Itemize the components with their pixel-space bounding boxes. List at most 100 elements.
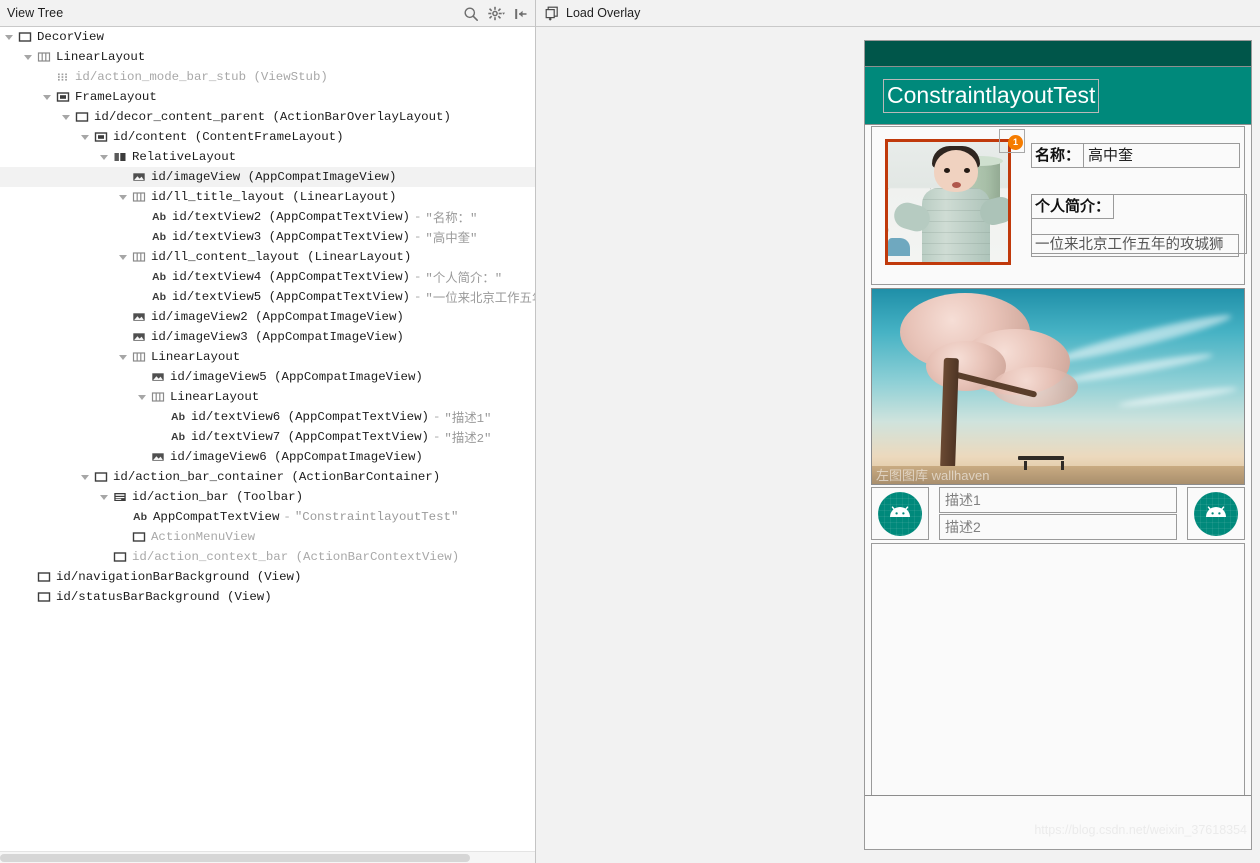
chevron-down-icon[interactable] [118,352,129,363]
tree-node-label: id/textView3 [172,230,262,244]
gear-dropdown-icon[interactable] [488,6,505,22]
tree-node-label: id/imageView [151,170,241,184]
tree-node-row[interactable]: id/imageView3 (AppCompatImageView) [0,327,535,347]
empty-content-area [871,543,1245,802]
chevron-down-icon[interactable] [137,392,148,403]
tree-node-row[interactable]: LinearLayout [0,347,535,367]
tree-node-row[interactable]: Ab AppCompatTextView - "ConstraintlayoutTes… [0,507,535,527]
device-screen: ConstraintlayoutTest 1 名称： 高中奎 个人简介： 一位来… [864,40,1252,850]
linearlayout-icon [132,190,146,204]
tree-node-label: LinearLayout [56,50,146,64]
tree-scrollbar-thumb[interactable] [0,854,470,862]
tree-node-row[interactable]: FrameLayout [0,87,535,107]
scenery-watermark: 左图图库 wallhaven [876,468,990,483]
page-watermark: https://blog.csdn.net/weixin_37618354 [1034,823,1247,837]
tree-node-label: id/decor_content_parent [94,110,266,124]
android-robot-icon [1194,491,1238,536]
tree-node-row[interactable]: id/statusBarBackground (View) [0,587,535,607]
tree-node-separator: - [413,270,422,284]
tree-node-type: (ActionBarContainer) [291,470,441,484]
tree-node-separator: - [432,410,441,424]
tree-node-label: LinearLayout [151,350,241,364]
chevron-down-icon[interactable] [4,32,15,43]
tree-node-row[interactable]: id/imageView5 (AppCompatImageView) [0,367,535,387]
bio-label: 个人简介： [1031,194,1115,219]
tree-node-row[interactable]: id/content (ContentFrameLayout) [0,127,535,147]
textview-icon: Ab [152,231,166,243]
framelayout-icon [37,590,51,604]
chevron-down-icon[interactable] [99,152,110,163]
name-field-row: 名称： 高中奎 [1031,143,1241,168]
chevron-down-icon[interactable] [80,472,91,483]
tree-node-row[interactable]: DecorView [0,27,535,47]
framelayout-icon [132,530,146,544]
tree-node-type: (AppCompatImageView) [274,370,423,384]
tree-node-label: id/content [113,130,188,144]
tree-node-row[interactable]: id/action_bar (Toolbar) [0,487,535,507]
chevron-down-icon[interactable] [61,112,72,123]
load-overlay-button[interactable]: Load Overlay [545,6,640,21]
profile-photo[interactable] [885,139,1011,265]
collapse-panel-icon[interactable] [513,6,529,22]
tree-node-label: FrameLayout [75,90,157,104]
tree-node-row[interactable]: id/imageView (AppCompatImageView) [0,167,535,187]
tree-node-row[interactable]: id/imageView2 (AppCompatImageView) [0,307,535,327]
tree-node-row[interactable]: LinearLayout [0,47,535,67]
linearlayout-icon [37,50,51,64]
tree-node-value: "个人简介：" [425,272,503,286]
desc2-field[interactable]: 描述2 [939,514,1177,540]
tree-node-row[interactable]: Ab id/textView6 (AppCompatTextView) - "描述1" [0,407,535,427]
tree-node-label: LinearLayout [170,390,260,404]
preview-side: Load Overlay ConstraintlayoutTest 1 名称： … [536,0,1260,863]
tree-node-row[interactable]: Ab id/textView2 (AppCompatTextView) - "名称：" [0,207,535,227]
chevron-down-icon[interactable] [23,52,34,63]
tree-node-row[interactable]: id/navigationBarBackground (View) [0,567,535,587]
tree-node-separator: - [413,210,422,224]
android-icon-left-box[interactable] [871,487,929,540]
linearlayout-icon [132,250,146,264]
imageview-icon [151,450,165,464]
tree-node-label: id/action_context_bar [132,550,289,564]
view-tree-body[interactable]: DecorView LinearLayout id/action_mode_bar_… [0,27,535,863]
description-fields: 描述1 描述2 [939,487,1177,540]
tree-node-row[interactable]: id/imageView6 (AppCompatImageView) [0,447,535,467]
imageview-icon [132,170,146,184]
chevron-down-icon[interactable] [99,492,110,503]
tree-horizontal-scrollbar[interactable] [0,851,535,863]
tree-node-row[interactable]: Ab id/textView7 (AppCompatTextView) - "描述2" [0,427,535,447]
tree-node-row[interactable]: id/decor_content_parent (ActionBarOverla… [0,107,535,127]
tree-node-row[interactable]: id/ll_title_layout (LinearLayout) [0,187,535,207]
tree-node-row[interactable]: id/action_mode_bar_stub (ViewStub) [0,67,535,87]
chevron-down-icon[interactable] [118,252,129,263]
search-icon[interactable] [463,6,479,22]
chevron-down-icon[interactable] [42,92,53,103]
scenery-image[interactable]: 左图图库 wallhaven [871,288,1245,485]
tree-node-row[interactable]: LinearLayout [0,387,535,407]
status-bar [865,41,1251,67]
android-icon-right-box[interactable] [1187,487,1245,540]
tree-node-row[interactable]: ActionMenuView [0,527,535,547]
tree-node-row[interactable]: Ab id/textView3 (AppCompatTextView) - "高中奎" [0,227,535,247]
tree-node-row[interactable]: id/action_context_bar (ActionBarContextV… [0,547,535,567]
tree-node-row[interactable]: id/ll_content_layout (LinearLayout) [0,247,535,267]
tree-node-type: (View) [256,570,302,584]
load-overlay-icon [545,6,560,21]
desc1-field[interactable]: 描述1 [939,487,1177,513]
tree-node-row[interactable]: Ab id/textView4 (AppCompatTextView) - "个人简介… [0,267,535,287]
tree-node-type: (AppCompatImageView) [255,330,404,344]
tree-node-row[interactable]: RelativeLayout [0,147,535,167]
textview-icon: Ab [171,411,185,423]
tree-node-row[interactable]: Ab id/textView5 (AppCompatTextView) - "一位来北… [0,287,535,307]
chevron-down-icon[interactable] [80,132,91,143]
tree-node-label: id/statusBarBackground [56,590,220,604]
tree-node-row[interactable]: id/action_bar_container (ActionBarContai… [0,467,535,487]
profile-card: 1 名称： 高中奎 个人简介： 一位来北京工作五年的攻城狮 [871,126,1247,285]
chevron-down-icon[interactable] [118,192,129,203]
